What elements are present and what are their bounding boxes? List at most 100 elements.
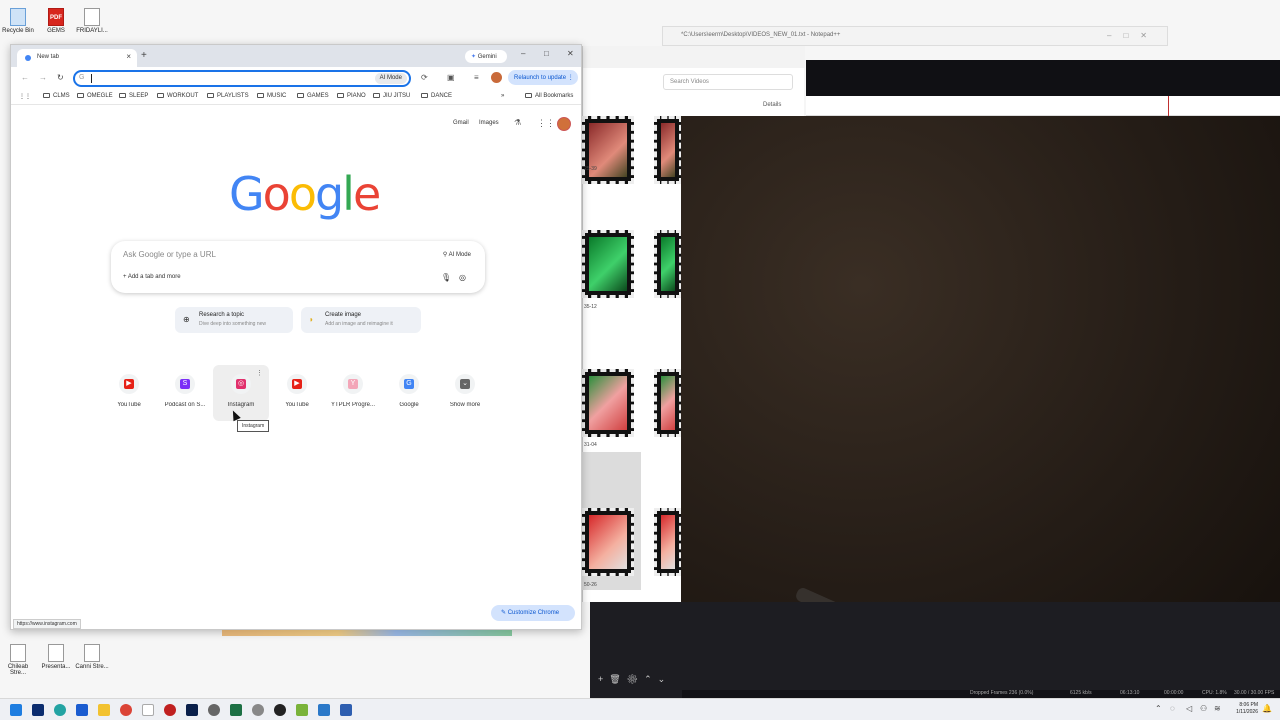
system-clock[interactable]: 8:06 PM 1/11/2026 (1228, 702, 1258, 716)
shortcut-tile[interactable]: ▶ YouTube (101, 365, 157, 421)
forward-arrow-icon[interactable]: → (39, 73, 47, 82)
notepad-window-controls[interactable]: –□✕ (1107, 31, 1159, 40)
bookmark-folder[interactable]: PIANO (337, 93, 366, 99)
details-toggle-button[interactable]: Details (763, 102, 781, 108)
google-lens-icon[interactable]: ◎ (459, 273, 466, 282)
desktop-file-icon-4[interactable]: Chileab Stre... (0, 644, 36, 676)
account-avatar[interactable] (557, 117, 571, 131)
photos-icon[interactable] (76, 704, 88, 716)
tab-search-icon[interactable]: ▣ (447, 73, 455, 82)
video-thumbnail[interactable] (582, 230, 634, 298)
shortcut-tile[interactable]: G Google (381, 365, 437, 421)
customize-chrome-button[interactable]: ✎ Customize Chrome (491, 605, 575, 621)
omnibox-ai-mode-button[interactable]: AI Mode (374, 73, 407, 84)
shortcut-tile[interactable]: Y YTPLR Progre... (325, 365, 381, 421)
start-windows-icon[interactable] (10, 704, 22, 716)
friday-file-desktop-icon[interactable]: FRIDAYLI... (74, 8, 110, 34)
gmail-link[interactable]: Gmail (453, 120, 469, 126)
recycle-bin-desktop-icon[interactable]: Recycle Bin (0, 8, 36, 34)
bookmark-folder[interactable]: OMEGLE (77, 93, 113, 99)
usb-icon[interactable]: ⚇ (1200, 704, 1207, 713)
apps-grid-icon[interactable]: ⋮⋮ (19, 93, 31, 100)
video-thumbnail[interactable] (582, 508, 634, 576)
relaunch-to-update-button[interactable]: Relaunch to update ⋮ (508, 70, 578, 85)
bookmark-folder[interactable]: MUSIC (257, 93, 286, 99)
photoshop-icon[interactable] (186, 704, 198, 716)
file-explorer-icon[interactable] (98, 704, 110, 716)
new-tab-plus-icon[interactable]: + (141, 50, 147, 61)
bookmark-folder[interactable]: SLEEP (119, 93, 148, 99)
edge-icon[interactable] (54, 704, 66, 716)
bookmark-label: All Bookmarks (535, 93, 574, 99)
obs-preview-canvas[interactable] (681, 116, 1280, 680)
obs-toolbar (806, 96, 1280, 116)
shortcut-more-icon[interactable]: ⋮ (256, 369, 263, 377)
ai-mode-button[interactable]: ⚲ AI Mode (439, 249, 475, 260)
wifi-icon[interactable]: ≋ (1214, 704, 1221, 713)
notepad-icon[interactable] (142, 704, 154, 716)
excel-icon[interactable] (230, 704, 242, 716)
extension-icon[interactable]: ⟳ (421, 73, 428, 82)
gemini-button[interactable]: ✦ Gemini (465, 50, 507, 63)
explorer-search-input[interactable]: Search Videos (663, 74, 793, 90)
folder-icon (373, 93, 380, 98)
explorer-titlebar[interactable] (583, 46, 805, 68)
tray-chevron-icon[interactable]: ⌃ (1155, 704, 1162, 713)
desktop: Recycle Bin PDF GEMS FRIDAYLI... Chileab… (0, 0, 1280, 698)
powershell-icon[interactable] (32, 704, 44, 716)
minimize-icon[interactable]: – (521, 49, 525, 58)
back-arrow-icon[interactable]: ← (21, 73, 29, 82)
more-bookmarks-chevron[interactable]: » (501, 93, 504, 99)
browser-toolbar: ← → ↻ G AI Mode ⟳ ▣ ≡ Relaunch to update… (11, 67, 581, 89)
tool-icon-2[interactable] (252, 704, 264, 716)
video-thumbnail[interactable] (654, 369, 682, 437)
close-window-icon[interactable]: ✕ (567, 49, 574, 58)
notification-bell-icon[interactable]: 🔔 (1262, 704, 1272, 713)
desktop-file-icon-6[interactable]: Canni Stre... (74, 644, 110, 670)
research-topic-chip[interactable]: ⊕ Research a topic Dive deep into someth… (175, 307, 293, 333)
shortcut-tile[interactable]: ◎ Instagram ⋮ (213, 365, 269, 421)
gear-settings-icon[interactable] (208, 704, 220, 716)
tool-icon[interactable] (164, 704, 176, 716)
bookmark-folder[interactable]: CLMS (43, 93, 70, 99)
bookmark-folder[interactable]: JIU JITSU (373, 93, 410, 99)
labs-flask-icon[interactable]: ⚗ (514, 118, 521, 127)
shortcut-tile[interactable]: S Podcast on S... (157, 365, 213, 421)
close-tab-icon[interactable]: × (126, 52, 131, 61)
add-tab-button[interactable]: + Add a tab and more (123, 274, 181, 280)
notepadpp-icon[interactable] (296, 704, 308, 716)
desktop-file-icon-5[interactable]: Presenta... (38, 644, 74, 670)
shortcut-tile[interactable]: ⌄ Show more (437, 365, 493, 421)
tab-new-tab[interactable]: New tab × (17, 49, 137, 67)
profile-avatar-icon[interactable] (491, 72, 502, 83)
reload-icon[interactable]: ↻ (57, 73, 64, 82)
video-thumbnail[interactable] (654, 116, 682, 184)
video-thumbnail[interactable] (654, 230, 682, 298)
scene-controls[interactable]: +🗑⚙⌃⌄ (598, 674, 671, 685)
all-bookmarks-folder[interactable]: All Bookmarks (525, 93, 573, 99)
document-icon[interactable] (340, 704, 352, 716)
bookmark-folder[interactable]: PLAYLISTS (207, 93, 249, 99)
notepad-window[interactable]: *C:\Users\eerm\Desktop\VIDEOS_NEW_01.txt… (662, 26, 1168, 46)
network-icon[interactable]: ◌ (1170, 704, 1175, 713)
address-bar-input[interactable]: G AI Mode (73, 70, 411, 87)
video-thumbnail[interactable] (654, 508, 682, 576)
shortcut-tile[interactable]: ▶ YouTube (269, 365, 325, 421)
video-thumbnail[interactable] (582, 116, 634, 184)
app-icon[interactable] (318, 704, 330, 716)
gems-pdf-desktop-icon[interactable]: PDF GEMS (38, 8, 74, 34)
maximize-icon[interactable]: □ (544, 49, 549, 58)
volume-icon[interactable]: ◁ (1186, 704, 1192, 713)
microphone-icon[interactable]: 🎙 (441, 273, 451, 282)
ntp-search-box[interactable]: Ask Google or type a URL ⚲ AI Mode + Add… (111, 241, 485, 293)
media-controls-icon[interactable]: ≡ (474, 73, 479, 82)
create-image-chip[interactable]: ◗ Create image Add an image and reimagin… (301, 307, 421, 333)
images-link[interactable]: Images (479, 120, 499, 126)
bookmark-folder[interactable]: DANCE (421, 93, 452, 99)
chrome-icon[interactable] (120, 704, 132, 716)
bookmark-folder[interactable]: WORKOUT (157, 93, 198, 99)
shortcut-favicon-circle: ⌄ (455, 374, 475, 394)
video-thumbnail[interactable] (582, 369, 634, 437)
obs-icon[interactable] (274, 704, 286, 716)
bookmark-folder[interactable]: GAMES (297, 93, 329, 99)
